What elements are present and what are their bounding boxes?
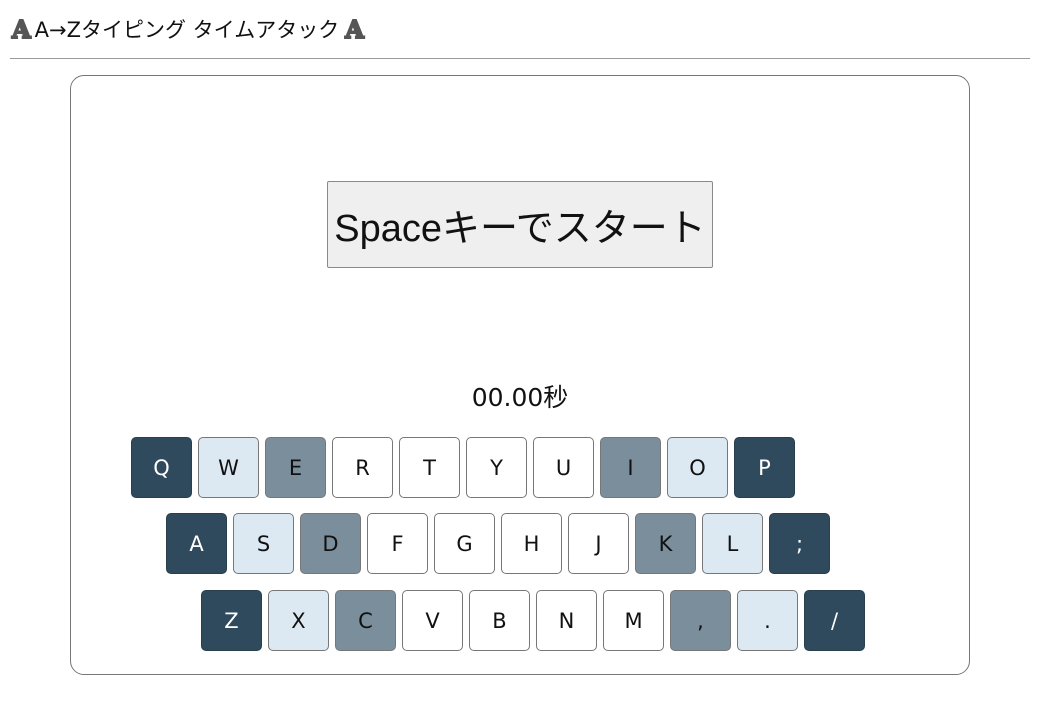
key-z: Z bbox=[201, 590, 262, 651]
game-panel bbox=[70, 75, 970, 675]
key-g: G bbox=[434, 513, 495, 574]
key-r: R bbox=[332, 437, 393, 498]
key-y: Y bbox=[466, 437, 527, 498]
key-o: O bbox=[667, 437, 728, 498]
key-n: N bbox=[536, 590, 597, 651]
key-b: B bbox=[469, 590, 530, 651]
key-slash: / bbox=[804, 590, 865, 651]
key-i: I bbox=[600, 437, 661, 498]
key-a: A bbox=[166, 513, 227, 574]
key-comma: , bbox=[670, 590, 731, 651]
key-p: P bbox=[734, 437, 795, 498]
key-period: . bbox=[737, 590, 798, 651]
page-header: 𝔸 A→Zタイピング タイムアタック 𝔸 bbox=[11, 12, 365, 46]
letter-a-icon: 𝔸 bbox=[11, 14, 31, 44]
key-q: Q bbox=[131, 437, 192, 498]
start-button[interactable]: Spaceキーでスタート bbox=[327, 181, 713, 268]
key-v: V bbox=[402, 590, 463, 651]
keyboard-row-home: A S D F G H J K L ; bbox=[166, 513, 830, 574]
keyboard-row-top: Q W E R T Y U I O P bbox=[131, 437, 795, 498]
key-t: T bbox=[399, 437, 460, 498]
key-h: H bbox=[501, 513, 562, 574]
key-s: S bbox=[233, 513, 294, 574]
key-m: M bbox=[603, 590, 664, 651]
key-k: K bbox=[635, 513, 696, 574]
key-x: X bbox=[268, 590, 329, 651]
key-j: J bbox=[568, 513, 629, 574]
key-e: E bbox=[265, 437, 326, 498]
key-u: U bbox=[533, 437, 594, 498]
key-w: W bbox=[198, 437, 259, 498]
timer-display: 00.00秒 bbox=[471, 383, 569, 412]
key-c: C bbox=[335, 590, 396, 651]
key-l: L bbox=[702, 513, 763, 574]
key-d: D bbox=[300, 513, 361, 574]
page-title: A→Zタイピング タイムアタック bbox=[34, 18, 340, 42]
key-f: F bbox=[367, 513, 428, 574]
key-semicolon: ; bbox=[769, 513, 830, 574]
keyboard-row-bottom: Z X C V B N M , . / bbox=[201, 590, 865, 651]
letter-a-icon: 𝔸 bbox=[345, 14, 365, 44]
header-divider bbox=[10, 58, 1030, 59]
